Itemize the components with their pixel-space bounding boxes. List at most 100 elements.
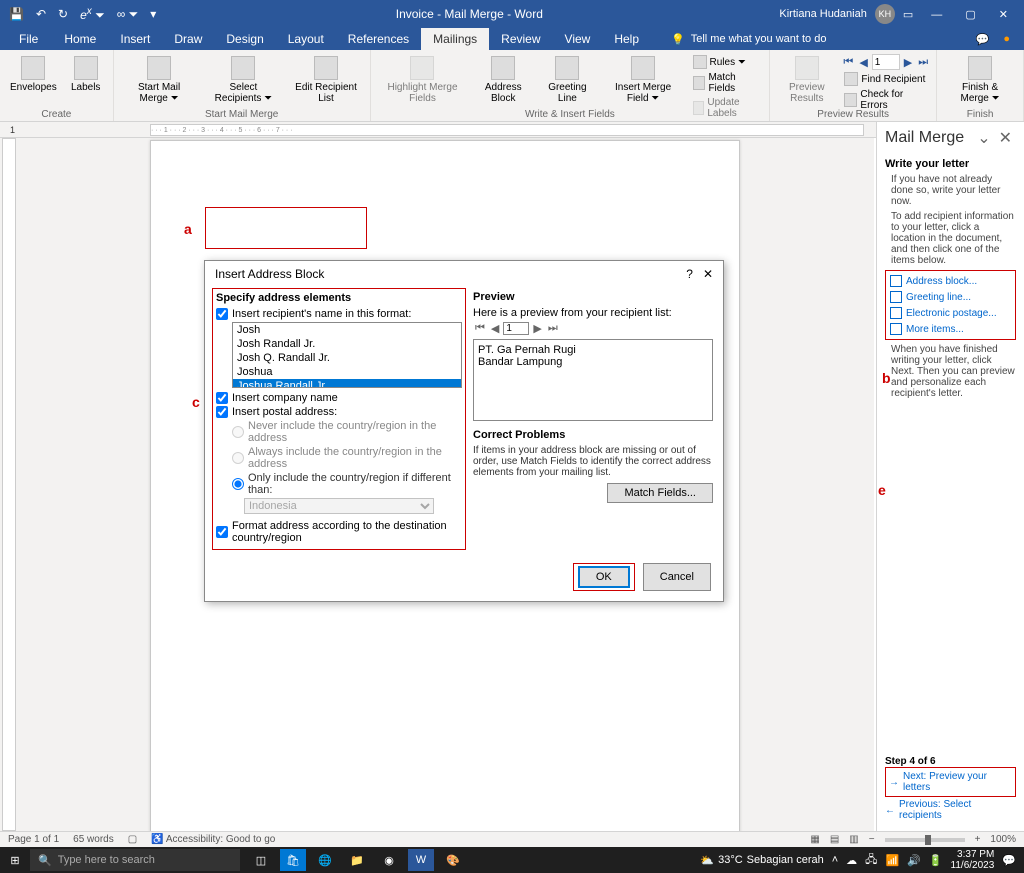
name-format-list[interactable]: Josh Josh Randall Jr. Josh Q. Randall Jr… xyxy=(232,322,462,388)
select-recipients-button[interactable]: Select Recipients ⏷ xyxy=(202,54,284,106)
radio-always-country[interactable]: Always include the country/region in the… xyxy=(232,446,462,470)
record-number-input[interactable] xyxy=(872,54,900,70)
start-mail-merge-button[interactable]: Start Mail Merge ⏷ xyxy=(120,54,199,106)
tab-draw[interactable]: Draw xyxy=(162,28,214,50)
rules-button[interactable]: Rules ⏷ xyxy=(690,54,764,70)
redo-icon[interactable]: ↻ xyxy=(55,7,71,21)
name-option[interactable]: Josh Randall Jr. xyxy=(233,337,461,351)
zoom-out-icon[interactable]: − xyxy=(869,834,875,845)
prev-record-icon[interactable]: ◀ xyxy=(857,56,869,69)
record-navigator[interactable]: ⏮ ◀ ▶ ⏭ xyxy=(841,54,930,70)
tray-network-icon[interactable]: 🖧 xyxy=(865,851,877,870)
tray-wifi-icon[interactable]: 📶 xyxy=(885,854,899,867)
taskbar-app-explorer[interactable]: 📁 xyxy=(344,849,370,871)
tray-clock[interactable]: 3:37 PM 11/6/2023 xyxy=(951,849,995,871)
chk-insert-name[interactable]: Insert recipient's name in this format: xyxy=(216,308,462,320)
preview-first-icon[interactable]: ⏮ xyxy=(473,322,487,335)
start-button[interactable]: ⊞ xyxy=(0,854,30,867)
link-electronic-postage[interactable]: Electronic postage... xyxy=(888,305,1013,321)
infinity-icon[interactable]: ∞ ⏷ xyxy=(114,7,142,22)
greeting-line-button[interactable]: Greeting Line xyxy=(538,54,597,106)
display-options-icon[interactable]: ▭ xyxy=(903,8,913,21)
first-record-icon[interactable]: ⏮ xyxy=(841,56,855,69)
radio-never-country[interactable]: Never include the country/region in the … xyxy=(232,420,462,444)
chk-postal-address[interactable]: Insert postal address: xyxy=(216,406,462,418)
pane-dropdown-icon[interactable]: ⌄ xyxy=(973,130,994,147)
chk-format-address[interactable]: Format address according to the destinat… xyxy=(216,520,462,544)
zoom-in-icon[interactable]: + xyxy=(975,834,981,845)
tab-view[interactable]: View xyxy=(553,28,603,50)
next-step-link[interactable]: →Next: Preview your letters xyxy=(885,767,1016,797)
maximize-icon[interactable]: ▢ xyxy=(955,9,985,21)
tab-insert[interactable]: Insert xyxy=(108,28,162,50)
save-icon[interactable]: 💾 xyxy=(6,7,27,21)
user-avatar[interactable]: KH xyxy=(875,4,895,24)
dialog-help-icon[interactable]: ? xyxy=(686,267,693,281)
taskbar-app-store[interactable]: 🛍 xyxy=(280,849,306,871)
link-more-items[interactable]: More items... xyxy=(888,321,1013,337)
web-layout-icon[interactable]: ▥ xyxy=(849,834,858,845)
edit-recipient-list-button[interactable]: Edit Recipient List xyxy=(288,54,363,106)
comments-icon[interactable]: 💬 xyxy=(976,33,990,46)
formula-icon[interactable]: ex ⏷ xyxy=(77,6,108,23)
radio-only-if-different[interactable]: Only include the country/region if diffe… xyxy=(232,472,462,496)
taskbar-app-word[interactable]: W xyxy=(408,849,434,871)
tellme-search[interactable]: 💡 Tell me what you want to do xyxy=(671,33,826,46)
preview-next-icon[interactable]: ▶ xyxy=(531,322,543,335)
name-option[interactable]: Josh Q. Randall Jr. xyxy=(233,351,461,365)
chk-company-name[interactable]: Insert company name xyxy=(216,392,462,404)
insert-merge-field-button[interactable]: Insert Merge Field ⏷ xyxy=(601,54,686,106)
name-option[interactable]: Josh xyxy=(233,323,461,337)
prev-step-link[interactable]: ←Previous: Select recipients xyxy=(885,797,1016,823)
name-option-selected[interactable]: Joshua Randall Jr. xyxy=(233,379,461,388)
pane-close-icon[interactable]: ✕ xyxy=(995,130,1016,147)
address-block-button[interactable]: Address Block xyxy=(472,54,534,106)
tray-chevron-icon[interactable]: ˄ xyxy=(832,854,838,866)
qat-more-icon[interactable]: ▾ xyxy=(147,7,159,21)
tab-home[interactable]: Home xyxy=(52,28,108,50)
ruler-strip[interactable]: · · · 1 · · · 2 · · · 3 · · · 4 · · · 5 … xyxy=(150,124,864,136)
envelopes-button[interactable]: Envelopes xyxy=(6,54,61,95)
accessibility-status[interactable]: ♿ Accessibility: Good to go xyxy=(151,834,275,845)
tab-layout[interactable]: Layout xyxy=(276,28,336,50)
dialog-close-icon[interactable]: ✕ xyxy=(703,267,713,281)
match-fields-button[interactable]: Match Fields xyxy=(690,71,764,95)
tray-notifications-icon[interactable]: 💬 xyxy=(1002,854,1016,867)
taskbar-app-edge[interactable]: 🌐 xyxy=(312,849,338,871)
next-record-icon[interactable]: ▶ xyxy=(902,56,914,69)
find-recipient-button[interactable]: Find Recipient xyxy=(841,71,930,87)
country-select[interactable]: Indonesia xyxy=(244,498,462,514)
minimize-icon[interactable]: — xyxy=(921,9,952,21)
finish-merge-button[interactable]: Finish & Merge ⏷ xyxy=(943,54,1017,106)
tab-mailings[interactable]: Mailings xyxy=(421,28,489,50)
match-fields-button[interactable]: Match Fields... xyxy=(607,483,713,503)
preview-prev-icon[interactable]: ◀ xyxy=(489,322,501,335)
highlight-fields-button[interactable]: Highlight Merge Fields xyxy=(377,54,469,106)
page-count[interactable]: Page 1 of 1 xyxy=(8,834,59,845)
weather-widget[interactable]: ⛅ 33°C Sebagian cerah xyxy=(700,854,823,867)
taskbar-app-chrome[interactable]: ◉ xyxy=(376,849,402,871)
preview-record-input[interactable] xyxy=(503,322,529,335)
word-count[interactable]: 65 words xyxy=(73,834,114,845)
read-mode-icon[interactable]: ▦ xyxy=(810,834,819,845)
taskbar-search[interactable]: 🔍 Type here to search xyxy=(30,849,240,871)
tab-review[interactable]: Review xyxy=(489,28,552,50)
tray-onedrive-icon[interactable]: ☁ xyxy=(846,854,857,867)
tab-references[interactable]: References xyxy=(336,28,421,50)
undo-icon[interactable]: ↶ xyxy=(33,7,49,21)
cancel-button[interactable]: Cancel xyxy=(643,563,711,591)
notification-icon[interactable]: ● xyxy=(1003,33,1010,46)
close-icon[interactable]: ✕ xyxy=(989,9,1018,21)
language-icon[interactable]: ▢ xyxy=(128,834,137,845)
tab-file[interactable]: File xyxy=(5,28,52,50)
link-address-block[interactable]: Address block... xyxy=(888,273,1013,289)
tab-help[interactable]: Help xyxy=(602,28,651,50)
zoom-level[interactable]: 100% xyxy=(990,834,1016,845)
link-greeting-line[interactable]: Greeting line... xyxy=(888,289,1013,305)
last-record-icon[interactable]: ⏭ xyxy=(916,56,930,69)
vertical-ruler[interactable] xyxy=(2,138,16,831)
name-option[interactable]: Joshua xyxy=(233,365,461,379)
preview-last-icon[interactable]: ⏭ xyxy=(546,322,560,335)
taskbar-app-paint[interactable]: 🎨 xyxy=(440,849,466,871)
tray-volume-icon[interactable]: 🔊 xyxy=(907,854,921,867)
